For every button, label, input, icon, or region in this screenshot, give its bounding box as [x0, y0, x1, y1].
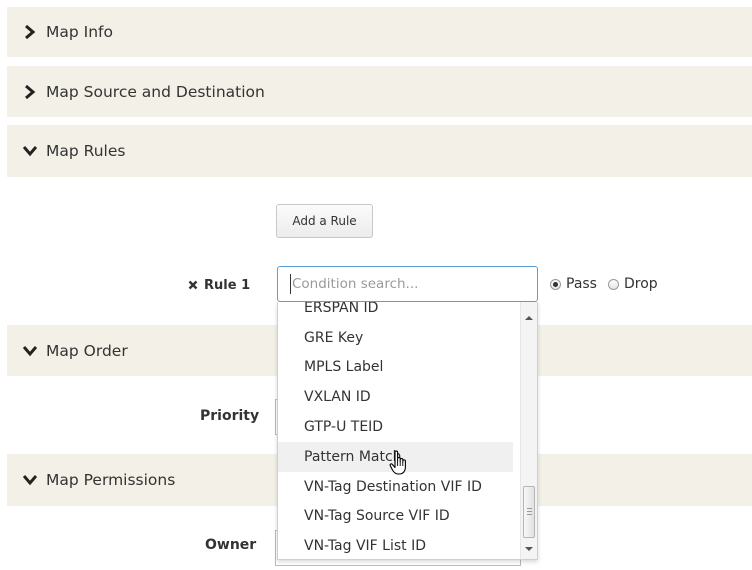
- list-item[interactable]: VXLAN ID: [278, 382, 513, 412]
- dropdown-scrollbar[interactable]: [520, 302, 537, 559]
- owner-label: Owner: [205, 537, 257, 553]
- list-item[interactable]: VN-Tag Source VIF ID: [278, 502, 513, 532]
- list-item[interactable]: GRE Key: [278, 323, 513, 353]
- rule-name: Rule 1: [204, 277, 251, 293]
- text-caret: [290, 274, 291, 294]
- list-item[interactable]: VN-Tag VIF List ID: [278, 531, 513, 559]
- close-icon[interactable]: [188, 280, 198, 290]
- scroll-down-icon[interactable]: [525, 545, 533, 553]
- chevron-right-icon: [22, 84, 38, 100]
- section-title: Map Source and Destination: [46, 82, 265, 101]
- condition-search-input[interactable]: [277, 266, 538, 302]
- priority-label: Priority: [200, 408, 260, 424]
- rule-action-radio-group: Pass Drop: [550, 276, 669, 292]
- pass-radio-label[interactable]: Pass: [566, 276, 597, 292]
- list-item[interactable]: GTP-U TEID: [278, 412, 513, 442]
- list-item[interactable]: ERSPAN ID: [278, 302, 513, 323]
- chevron-right-icon: [22, 24, 38, 40]
- list-item[interactable]: MPLS Label: [278, 353, 513, 383]
- chevron-down-icon: [22, 143, 38, 159]
- scrollbar-thumb[interactable]: [523, 486, 535, 538]
- chevron-down-icon: [22, 472, 38, 488]
- section-title: Map Order: [46, 341, 128, 360]
- scroll-up-icon[interactable]: [525, 314, 533, 322]
- condition-dropdown[interactable]: ERSPAN ID GRE Key MPLS Label VXLAN ID GT…: [277, 302, 538, 560]
- section-map-info[interactable]: Map Info: [7, 7, 752, 57]
- pass-radio[interactable]: [550, 278, 561, 290]
- hand-pointer-icon: [389, 450, 411, 480]
- section-title: Map Rules: [46, 142, 126, 160]
- add-rule-button[interactable]: Add a Rule: [276, 204, 373, 238]
- section-title: Map Permissions: [46, 471, 176, 489]
- section-map-source-destination[interactable]: Map Source and Destination: [7, 66, 752, 117]
- drop-radio-label[interactable]: Drop: [624, 276, 658, 292]
- section-title: Map Info: [46, 23, 113, 41]
- condition-list: ERSPAN ID GRE Key MPLS Label VXLAN ID GT…: [278, 302, 513, 559]
- chevron-down-icon: [22, 343, 38, 359]
- rule-label: Rule 1: [188, 276, 250, 294]
- section-map-rules[interactable]: Map Rules: [7, 125, 752, 177]
- drop-radio[interactable]: [607, 278, 619, 290]
